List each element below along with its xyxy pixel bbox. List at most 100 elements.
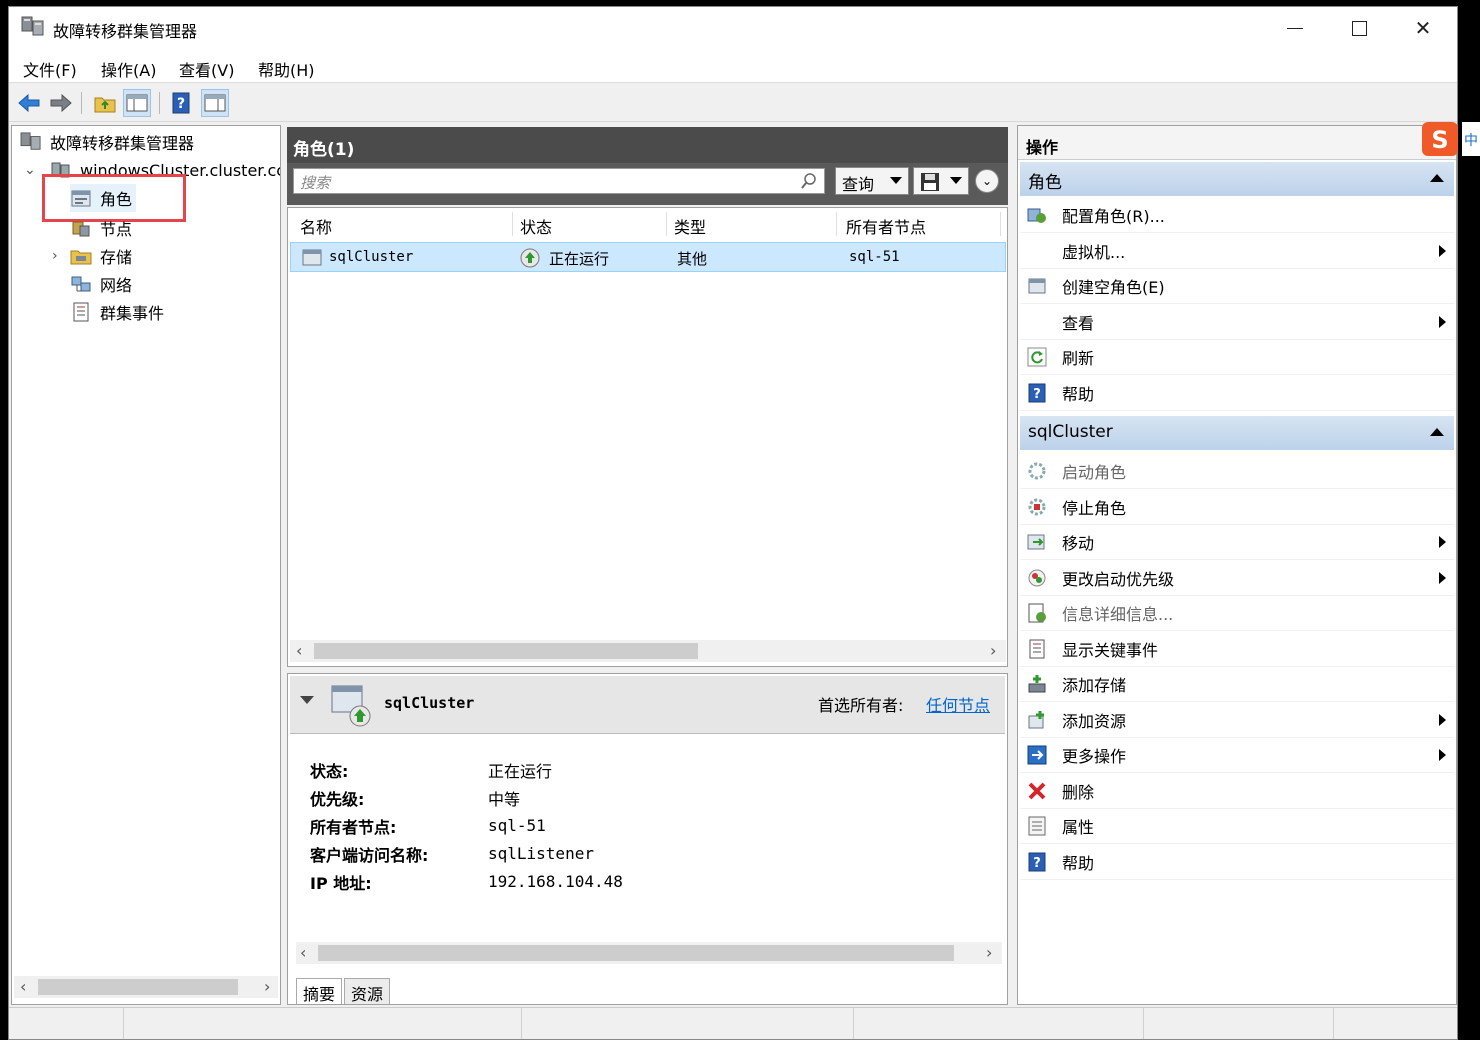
close-button[interactable]: ✕ [1391, 7, 1455, 49]
detail-value: 192.168.104.48 [488, 872, 623, 891]
empty-role-icon [1026, 275, 1048, 297]
action-item[interactable]: 配置角色(R)... [1020, 198, 1454, 233]
tree-item-cluster-events[interactable]: 群集事件 [70, 298, 164, 326]
close-icon: ✕ [1414, 16, 1432, 40]
save-query-button[interactable] [913, 167, 969, 195]
menu-file[interactable]: 文件(F) [23, 57, 77, 81]
tree-item-storage[interactable]: 存储 [70, 242, 132, 270]
details-horizontal-scrollbar[interactable]: ‹ › [296, 942, 1002, 964]
action-item[interactable]: 创建空角色(E) [1020, 269, 1454, 304]
action-item[interactable]: 启动角色 [1020, 454, 1454, 489]
maximize-button[interactable] [1327, 7, 1391, 49]
column-header-status[interactable]: 状态 [520, 214, 552, 238]
action-item-label: 停止角色 [1062, 498, 1127, 518]
tree-item-networks[interactable]: 网络 [70, 270, 132, 298]
forward-button[interactable] [47, 89, 75, 117]
scroll-right-icon[interactable]: › [990, 641, 996, 660]
search-icon[interactable] [800, 172, 818, 190]
toolbar: ? [9, 84, 1457, 122]
action-item[interactable]: 删除 [1020, 774, 1454, 809]
tab-summary[interactable]: 摘要 [296, 978, 343, 1004]
folder-up-icon [94, 97, 116, 113]
show-hide-console-tree-button[interactable] [123, 89, 151, 117]
maximize-icon [1351, 20, 1367, 36]
detail-value: sqlListener [488, 844, 594, 863]
cell-status: 正在运行 [549, 250, 610, 268]
action-item[interactable]: 显示关键事件 [1020, 632, 1454, 667]
action-item-label: 移动 [1062, 534, 1095, 553]
show-hide-action-pane-button[interactable] [201, 89, 229, 117]
scroll-right-icon[interactable]: › [986, 943, 992, 962]
minimize-button[interactable] [1263, 7, 1327, 49]
window-title: 故障转移群集管理器 [53, 22, 198, 41]
tree-item-nodes[interactable]: 节点 [70, 214, 132, 242]
detail-value: 正在运行 [488, 762, 553, 781]
column-header-name[interactable]: 名称 [300, 214, 332, 238]
action-item[interactable]: ? 帮助 [1020, 845, 1454, 880]
action-item[interactable]: 查看 [1020, 305, 1454, 340]
stop-role-icon [1026, 496, 1048, 518]
priority-icon [1026, 567, 1048, 589]
column-header-owner[interactable]: 所有者节点 [846, 214, 926, 238]
menu-action[interactable]: 操作(A) [101, 57, 156, 81]
collapse-details-icon[interactable] [300, 696, 314, 704]
action-item[interactable]: 虚拟机... [1020, 234, 1454, 269]
scrollbar-thumb[interactable] [318, 945, 954, 961]
properties-icon [1026, 815, 1048, 837]
menu-help[interactable]: 帮助(H) [258, 57, 315, 81]
scroll-left-icon[interactable]: ‹ [20, 977, 26, 996]
refresh-icon [1026, 346, 1048, 368]
tree-horizontal-scrollbar[interactable]: ‹ › [14, 976, 278, 998]
action-item[interactable]: ? 帮助 [1020, 376, 1454, 411]
scrollbar-thumb[interactable] [38, 979, 238, 995]
action-item[interactable]: 更改启动优先级 [1020, 561, 1454, 596]
preferred-owner-link[interactable]: 任何节点 [926, 692, 990, 716]
action-item-label: 删除 [1062, 782, 1095, 802]
details-tabs: 摘要 资源 [296, 978, 392, 1004]
tree-root-label: 故障转移群集管理器 [50, 134, 195, 153]
scroll-left-icon[interactable]: ‹ [296, 641, 302, 660]
svg-text:中: 中 [1464, 133, 1478, 149]
grid-horizontal-scrollbar[interactable]: ‹ › [290, 640, 1006, 662]
action-item[interactable]: 信息详细信息... [1020, 596, 1454, 631]
search-input[interactable]: 搜索 [293, 168, 825, 194]
table-row[interactable]: sqlCluster 正在运行 其他 sql-51 [290, 242, 1006, 272]
networks-icon [71, 276, 91, 292]
action-item[interactable]: 移动 [1020, 525, 1454, 560]
help-toolbar-button[interactable]: ? [167, 89, 195, 117]
scroll-right-icon[interactable]: › [264, 977, 270, 996]
collapse-icon[interactable] [1430, 174, 1444, 182]
section-sqlcluster-header[interactable]: sqlCluster [1020, 416, 1454, 450]
more-actions-icon [1026, 744, 1048, 766]
action-item[interactable]: 停止角色 [1020, 490, 1454, 525]
tab-resources[interactable]: 资源 [344, 978, 391, 1004]
query-label: 查询 [842, 175, 875, 194]
action-item[interactable]: 属性 [1020, 809, 1454, 844]
action-item[interactable]: 更多操作 [1020, 738, 1454, 773]
back-button[interactable] [15, 89, 43, 117]
tree-root[interactable]: 故障转移群集管理器 [20, 128, 194, 156]
collapse-icon[interactable] [1430, 428, 1444, 436]
cell-name: sqlCluster [329, 249, 414, 265]
scrollbar-thumb[interactable] [314, 643, 698, 659]
action-item[interactable]: 刷新 [1020, 340, 1454, 375]
expand-chevron-icon[interactable]: › [52, 248, 58, 264]
ime-sogou-icon[interactable]: S 中 [1422, 122, 1480, 156]
actions-pane: 操作 角色 配置角色(R)... 虚拟机... 创建空角色(E) 查看 刷新? 帮助 sq… [1017, 125, 1457, 1005]
column-header-type[interactable]: 类型 [674, 214, 706, 238]
submenu-arrow-icon [1439, 536, 1446, 548]
section-roles-header[interactable]: 角色 [1020, 162, 1454, 196]
collapse-chevron-icon[interactable]: ⌄ [24, 162, 36, 178]
scroll-left-icon[interactable]: ‹ [300, 943, 306, 962]
cluster-manager-icon [21, 16, 44, 36]
query-button[interactable]: 查询 [835, 167, 909, 195]
cell-type: 其他 [677, 250, 708, 268]
help-icon: ? [1026, 382, 1048, 404]
up-folder-button[interactable] [91, 89, 119, 117]
action-item[interactable]: 添加资源 [1020, 703, 1454, 738]
expand-collapse-button[interactable]: ⌄ [975, 169, 999, 193]
action-item[interactable]: 添加存储 [1020, 667, 1454, 702]
action-item-label: 更改启动优先级 [1062, 569, 1175, 589]
submenu-arrow-icon [1439, 571, 1446, 584]
menu-view[interactable]: 查看(V) [179, 57, 234, 81]
